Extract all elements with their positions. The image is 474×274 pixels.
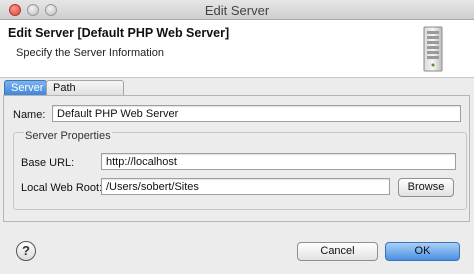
server-properties-group [13,132,467,210]
server-properties-title: Server Properties [24,130,112,142]
dialog-title: Edit Server [Default PHP Web Server] [8,26,230,40]
dialog-subtitle: Specify the Server Information [16,47,164,59]
server-tab-panel: Name: Server Properties Base URL: Local … [3,95,470,222]
name-label: Name: [13,109,46,121]
ok-button[interactable]: OK [385,242,460,261]
base-url-label: Base URL: [21,157,75,169]
name-field[interactable] [52,105,461,122]
local-web-root-label: Local Web Root: [21,182,103,194]
tab-server[interactable]: Server [4,80,47,96]
local-web-root-field[interactable] [101,178,390,195]
server-icon [423,26,443,72]
browse-button[interactable]: Browse [398,178,454,197]
title-bar: Edit Server [0,0,474,20]
cancel-button[interactable]: Cancel [297,242,378,261]
base-url-field[interactable] [101,153,456,170]
window-title: Edit Server [204,3,270,18]
dialog-header: Edit Server [Default PHP Web Server] Spe… [0,20,474,78]
help-icon[interactable]: ? [16,241,36,261]
tab-path-mapping[interactable]: Path Mapping [46,80,124,106]
